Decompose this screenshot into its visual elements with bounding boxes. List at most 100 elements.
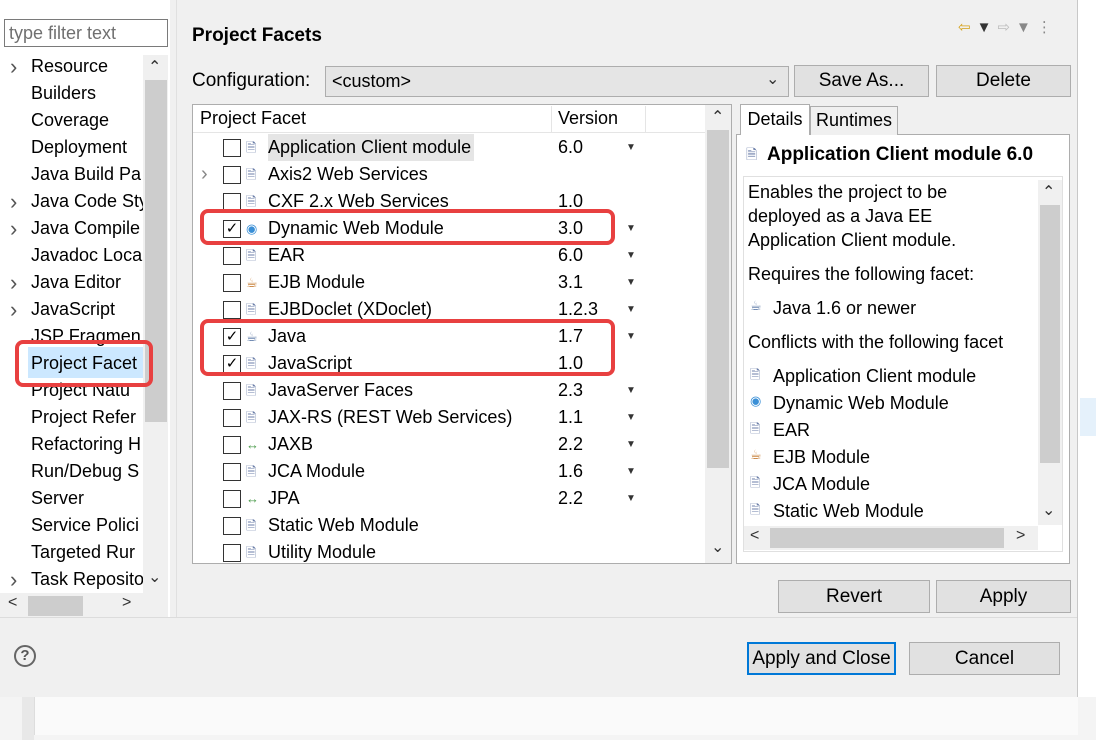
delete-button[interactable]: Delete [936,65,1071,97]
version-dropdown-icon[interactable]: ▼ [626,404,636,431]
facet-row[interactable]: ↔ JAXB 2.2 ▼ [193,431,705,458]
facet-version[interactable]: 6.0 [558,134,583,161]
tree-item[interactable]: › Java Code Sty [0,188,143,215]
cancel-button[interactable]: Cancel [909,642,1060,675]
chevron-right-icon[interactable]: › [10,566,17,593]
help-icon[interactable]: ? [14,645,36,667]
facet-checkbox[interactable] [223,247,241,265]
facet-version[interactable]: 1.6 [558,458,583,485]
facet-checkbox[interactable] [223,274,241,292]
version-dropdown-icon[interactable]: ▼ [626,242,636,269]
version-dropdown-icon[interactable]: ▼ [626,377,636,404]
facet-row[interactable]: ↔ JPA 2.2 ▼ [193,485,705,512]
chevron-right-icon[interactable]: › [10,296,17,323]
chevron-left-icon[interactable]: < [750,527,759,545]
facet-checkbox[interactable] [223,490,241,508]
facet-version[interactable]: 2.2 [558,431,583,458]
tree-item[interactable]: Java Build Pa [0,161,143,188]
facet-checkbox[interactable] [223,517,241,535]
details-horizontal-scroll-thumb[interactable] [770,528,1004,548]
version-dropdown-icon[interactable]: ▼ [626,431,636,458]
facet-row[interactable]: 🗎 Utility Module [193,539,705,566]
forward-arrow-icon[interactable]: ⇨ [997,19,1016,36]
facet-vertical-scroll-thumb[interactable] [707,130,729,468]
chevron-down-icon[interactable]: ⌄ [1042,500,1055,520]
tab-runtimes[interactable]: Runtimes [810,106,898,135]
tree-item[interactable]: Builders [0,80,143,107]
configuration-select[interactable]: <custom> [325,66,789,97]
column-header-version[interactable]: Version [558,108,618,129]
chevron-right-icon[interactable]: > [1016,527,1025,545]
apply-button[interactable]: Apply [936,580,1071,613]
facet-checkbox[interactable] [223,139,241,157]
chevron-right-icon[interactable]: > [122,594,131,612]
facet-version[interactable]: 6.0 [558,242,583,269]
chevron-right-icon[interactable]: › [10,188,17,215]
tree-item[interactable]: › Java Compile [0,215,143,242]
version-dropdown-icon[interactable]: ▼ [626,458,636,485]
chevron-right-icon[interactable]: › [10,215,17,242]
facet-version[interactable]: 2.2 [558,485,583,512]
tree-horizontal-scrollbar[interactable]: < > [0,593,168,617]
chevron-right-icon[interactable]: › [10,53,17,80]
revert-button[interactable]: Revert [778,580,930,613]
version-dropdown-icon[interactable]: ▼ [626,323,636,350]
chevron-up-icon[interactable]: ⌃ [1042,182,1055,202]
tab-details[interactable]: Details [740,104,810,135]
facet-checkbox[interactable] [223,382,241,400]
chevron-down-icon[interactable]: ⌄ [766,69,779,89]
chevron-down-icon[interactable]: ⌄ [148,567,161,587]
pane-divider[interactable] [176,0,180,617]
dropdown-icon[interactable]: ▼ [1016,19,1037,36]
facet-checkbox[interactable] [223,463,241,481]
facet-checkbox[interactable] [223,166,241,184]
tree-item[interactable]: › Java Editor [0,269,143,296]
tree-item[interactable]: › Resource [0,53,143,80]
tree-item[interactable]: Targeted Rur [0,539,143,566]
apply-and-close-button[interactable]: Apply and Close [747,642,896,675]
back-arrow-icon[interactable]: ⇦ [958,19,977,36]
column-separator[interactable] [645,106,646,132]
chevron-right-icon[interactable]: › [201,161,208,188]
chevron-down-icon[interactable]: ⌄ [711,537,724,557]
version-dropdown-icon[interactable]: ▼ [626,296,636,323]
details-vertical-scroll-thumb[interactable] [1040,205,1060,463]
tree-item[interactable]: Javadoc Loca [0,242,143,269]
facet-row[interactable]: 🗎 Static Web Module [193,512,705,539]
facet-version[interactable]: 1.1 [558,404,583,431]
tree-item[interactable]: Server [0,485,143,512]
tree-item[interactable]: › Task Reposito [0,566,143,593]
facet-version[interactable]: 3.1 [558,269,583,296]
facet-row[interactable]: ☕ EJB Module 3.1 ▼ [193,269,705,296]
dropdown-icon[interactable]: ▼ [977,19,998,36]
facet-row[interactable]: › 🗎 Axis2 Web Services [193,161,705,188]
chevron-up-icon[interactable]: ⌃ [148,57,161,77]
version-dropdown-icon[interactable]: ▼ [626,134,636,161]
tree-item[interactable]: Project Refer [0,404,143,431]
facet-checkbox[interactable] [223,436,241,454]
version-dropdown-icon[interactable]: ▼ [626,215,636,242]
tree-item[interactable]: › JavaScript [0,296,143,323]
tree-horizontal-scroll-thumb[interactable] [28,596,83,616]
filter-input[interactable] [4,19,168,47]
tree-item[interactable]: Coverage [0,107,143,134]
tree-item[interactable]: Service Polici [0,512,143,539]
facet-row[interactable]: 🗎 JCA Module 1.6 ▼ [193,458,705,485]
facet-checkbox[interactable] [223,544,241,562]
tree-item[interactable]: Deployment [0,134,143,161]
version-dropdown-icon[interactable]: ▼ [626,269,636,296]
version-dropdown-icon[interactable]: ▼ [626,485,636,512]
chevron-left-icon[interactable]: < [8,594,17,612]
facet-version[interactable]: 2.3 [558,377,583,404]
facet-checkbox[interactable] [223,301,241,319]
menu-icon[interactable]: ⋮ [1037,19,1058,36]
chevron-right-icon[interactable]: › [10,269,17,296]
facet-row[interactable]: 🗎 Application Client module 6.0 ▼ [193,134,705,161]
column-header-facet[interactable]: Project Facet [200,108,306,129]
column-separator[interactable] [551,106,552,132]
facet-row[interactable]: 🗎 JavaServer Faces 2.3 ▼ [193,377,705,404]
facet-row[interactable]: 🗎 EAR 6.0 ▼ [193,242,705,269]
save-as-button[interactable]: Save As... [794,65,929,97]
tree-item[interactable]: Refactoring H [0,431,143,458]
facet-row[interactable]: 🗎 JAX-RS (REST Web Services) 1.1 ▼ [193,404,705,431]
